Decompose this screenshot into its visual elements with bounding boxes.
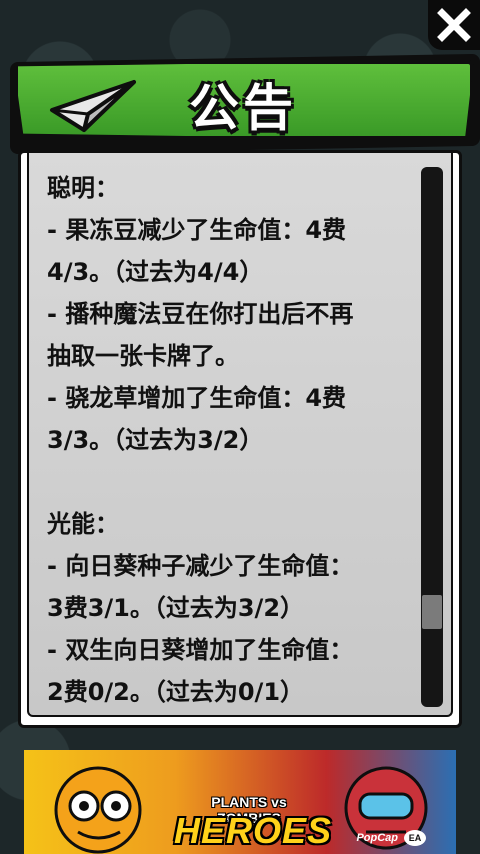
announcement-line: 3费3/1。（过去为3/2） (47, 594, 305, 622)
ad-banner[interactable]: PLANTS vs ZOMBIES HEROES PopCap EA (24, 750, 456, 854)
close-x-icon (437, 8, 471, 42)
ea-logo-icon: EA (404, 830, 426, 846)
ad-publisher-label: PopCap (356, 832, 398, 844)
scrollbar[interactable] (421, 167, 443, 707)
announcement-line: - 骁龙草增加了生命值：4费 (47, 384, 347, 412)
ad-logo-title: HEROES (174, 810, 333, 851)
announcement-line: 聪明： (47, 174, 119, 202)
announcement-line: 抽取一张卡牌了。 (47, 342, 239, 370)
announcement-line: - 双生向日葵增加了生命值： (47, 636, 354, 664)
announcement-text: 聪明： - 果冻豆减少了生命值：4费 4/3。（过去为4/4） - 播种魔法豆在你打出… (47, 167, 401, 713)
close-button[interactable] (428, 0, 480, 50)
announcement-header: 公告 (6, 53, 480, 155)
announcement-line: - 果冻豆减少了生命值：4费 (47, 216, 347, 244)
announcement-line: 3/3。（过去为3/2） (47, 426, 264, 454)
announcement-line: - 向日葵种子减少了生命值： (47, 552, 354, 580)
announcement-line: 4/3。（过去为4/4） (47, 258, 264, 286)
scrollbar-thumb[interactable] (422, 595, 442, 629)
announcement-line: 2费0/2。（过去为0/1） (47, 678, 305, 706)
page-title: 公告 (189, 79, 297, 137)
ad-hero-character-left (54, 766, 142, 854)
announcement-line: - 播种魔法豆在你打出后不再 (47, 300, 354, 328)
announcement-content[interactable]: 聪明： - 果冻豆减少了生命值：4费 4/3。（过去为4/4） - 播种魔法豆在你打出… (27, 153, 453, 717)
announcement-panel: 聪明： - 果冻豆减少了生命值：4费 4/3。（过去为4/4） - 播种魔法豆在你打出… (18, 150, 462, 728)
announcement-line: 光能： (47, 510, 119, 538)
